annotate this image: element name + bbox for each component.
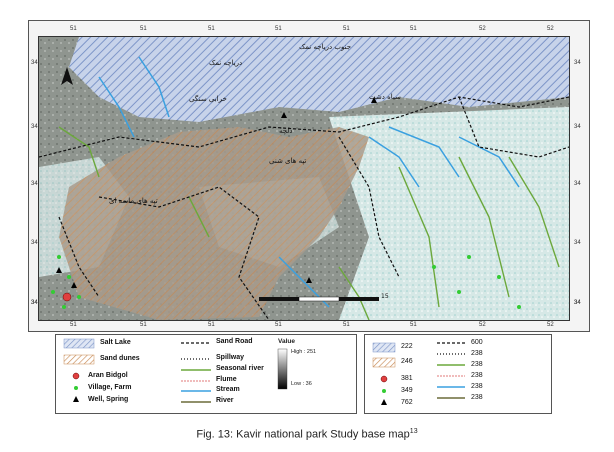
legend-left: Salt Lake Sand dunes Aran Bidgol Village… <box>55 334 357 414</box>
bottom-tick-label: 51 <box>140 322 147 328</box>
right-tick-label: 34 <box>574 60 581 66</box>
bottom-tick-label: 51 <box>343 322 350 328</box>
caption-superscript: 13 <box>409 428 418 435</box>
scale-label: 15 <box>381 293 389 300</box>
legend-value-high: High : 251 <box>291 349 317 355</box>
figure-caption: Fig. 13: Kavir national park Study base … <box>0 428 614 441</box>
bottom-tick-label: 51 <box>410 322 417 328</box>
map-label: جنوب دریاچه نمک <box>299 43 352 51</box>
caption-text: Fig. 13: Kavir national park Study base … <box>196 428 410 441</box>
legend-spillway: Spillway <box>216 354 245 361</box>
legend-right-item: 238 <box>471 372 483 379</box>
legend-aran-bidgol: Aran Bidgol <box>88 372 128 379</box>
right-tick-label: 34 <box>574 181 581 187</box>
top-tick-label: 52 <box>547 26 554 32</box>
scale-bar <box>259 296 379 302</box>
legend-right-item: 762 <box>401 399 413 406</box>
right-tick-label: 34 <box>574 240 581 246</box>
map-view: جنوب دریاچه نمک دریاچه نمک خرابی سنگی سی… <box>38 36 570 321</box>
legend-seasonal-river: Seasonal river <box>216 365 264 372</box>
legend-river: River <box>216 397 234 404</box>
map-label: دریاچه نمک <box>209 59 243 67</box>
map-canvas <box>39 37 569 320</box>
map-label: تپه های ماسه ای <box>109 197 158 205</box>
bottom-tick-label: 51 <box>275 322 282 328</box>
map-label: دلچه <box>279 127 293 135</box>
aran-bidgol-marker <box>62 292 72 302</box>
value-gradient <box>277 348 288 390</box>
left-tick-label: 34 <box>31 181 38 187</box>
top-tick-label: 51 <box>275 26 282 32</box>
legend-sand-dunes: Sand dunes <box>100 355 140 362</box>
legend-right: 222 246 381 349 762 600 238 238 238 238 … <box>364 334 552 414</box>
legend-right-item: 600 <box>471 339 483 346</box>
legend-right-item: 222 <box>401 343 413 350</box>
legend-stream: Stream <box>216 386 240 393</box>
aran-bidgol-symbol <box>72 372 80 380</box>
legend-value-title: Value <box>278 338 295 345</box>
well-symbol <box>73 396 79 402</box>
bottom-tick-label: 51 <box>208 322 215 328</box>
top-tick-label: 51 <box>70 26 77 32</box>
legend-right-item: 349 <box>401 387 413 394</box>
map-label: تپه های شنی <box>269 157 307 165</box>
legend-right-item: 238 <box>471 361 483 368</box>
legend-well: Well, Spring <box>88 396 129 403</box>
top-tick-label: 51 <box>140 26 147 32</box>
legend-flume: Flume <box>216 376 237 383</box>
left-tick-label: 34 <box>31 60 38 66</box>
left-tick-label: 34 <box>31 124 38 130</box>
left-tick-label: 34 <box>31 240 38 246</box>
top-tick-label: 51 <box>208 26 215 32</box>
legend-right-item: 381 <box>401 375 413 382</box>
right-tick-label: 34 <box>574 124 581 130</box>
legend-salt-lake: Salt Lake <box>100 339 131 346</box>
salt-lake-swatch <box>63 338 95 349</box>
bottom-tick-label: 51 <box>70 322 77 328</box>
legend-right-item: 246 <box>401 358 413 365</box>
legend-sand-road: Sand Road <box>216 338 253 345</box>
map-label: سیاه دشت <box>369 93 401 101</box>
top-tick-label: 52 <box>479 26 486 32</box>
legend-right-item: 238 <box>471 350 483 357</box>
sand-dunes-swatch <box>63 354 95 365</box>
bottom-tick-label: 52 <box>547 322 554 328</box>
bottom-tick-label: 52 <box>479 322 486 328</box>
village-symbol <box>74 386 78 390</box>
legend-right-item: 238 <box>471 383 483 390</box>
legend-village: Village, Farm <box>88 384 132 391</box>
left-tick-label: 34 <box>31 300 38 306</box>
top-tick-label: 51 <box>343 26 350 32</box>
legend-value-low: Low : 36 <box>291 381 312 387</box>
top-tick-label: 51 <box>410 26 417 32</box>
map-label: خرابی سنگی <box>189 95 227 103</box>
legend-right-item: 238 <box>471 394 483 401</box>
right-tick-label: 34 <box>574 300 581 306</box>
